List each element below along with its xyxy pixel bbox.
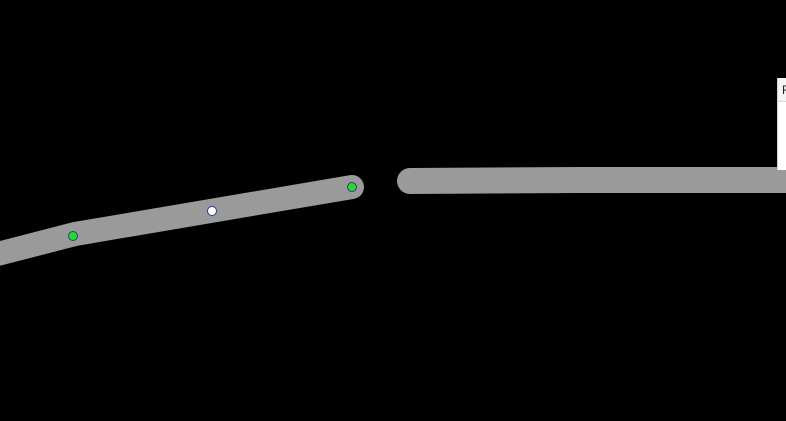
midpoint-handle[interactable] <box>207 206 217 216</box>
anchor-point-handle[interactable] <box>68 231 78 241</box>
panel-header-label: F <box>782 83 786 97</box>
panel-header[interactable]: F <box>778 78 786 102</box>
endpoint-handle[interactable] <box>347 182 357 192</box>
road-segment-right[interactable] <box>397 167 786 194</box>
track-editor-canvas[interactable] <box>0 0 786 421</box>
canvas-background <box>0 0 786 421</box>
properties-panel[interactable]: F <box>777 78 786 170</box>
